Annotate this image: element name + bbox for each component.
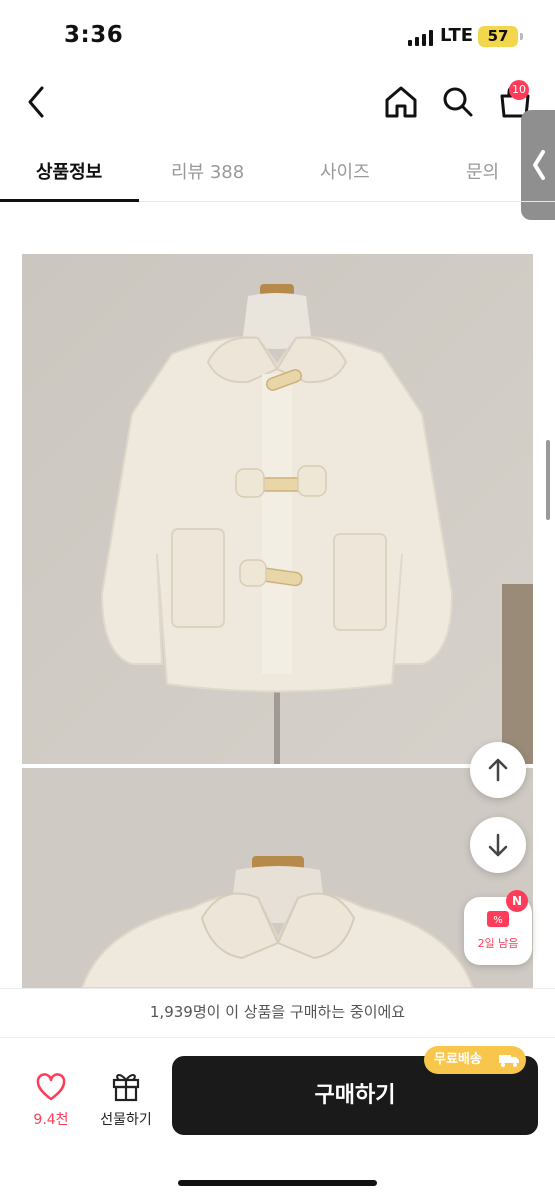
free-shipping-label: 무료배송	[434, 1052, 482, 1067]
like-button[interactable]: 9.4천	[22, 1071, 80, 1131]
gift-label: 선물하기	[100, 1112, 152, 1128]
active-tab-indicator	[0, 199, 139, 202]
new-badge: N	[506, 890, 528, 912]
gift-icon	[112, 1074, 140, 1102]
signal-icon	[408, 30, 433, 46]
battery-level: 57	[487, 27, 509, 45]
bottom-purchase-bar: 1,939명이 이 상품을 구매하는 중이에요 9.4천 선물하기 구매하기	[0, 988, 555, 1200]
tab-reviews[interactable]: 리뷰 388	[171, 158, 244, 184]
truck-icon	[499, 1055, 519, 1067]
like-count: 9.4천	[33, 1112, 69, 1128]
product-image-2	[22, 768, 533, 988]
back-button[interactable]	[18, 80, 58, 124]
gift-button[interactable]: 선물하기	[90, 1069, 162, 1131]
network-type: LTE	[440, 25, 474, 46]
scroll-down-button[interactable]	[470, 817, 526, 873]
tab-size[interactable]: 사이즈	[320, 158, 370, 184]
status-time: 3:36	[64, 22, 124, 48]
buyers-notice: 1,939명이 이 상품을 구매하는 중이에요	[149, 1003, 406, 1021]
search-button[interactable]	[437, 82, 479, 122]
home-indicator	[178, 1180, 377, 1186]
tab-product-info[interactable]: 상품정보	[36, 158, 102, 184]
svg-text:%: %	[493, 915, 503, 926]
coupon-remaining: 2일 남음	[477, 937, 519, 950]
arrow-up-icon	[488, 758, 508, 782]
home-button[interactable]	[380, 82, 422, 122]
search-icon	[443, 87, 473, 117]
free-shipping-badge: 무료배송	[424, 1046, 526, 1074]
product-tabs: 상품정보 리뷰 388 사이즈 문의	[0, 140, 555, 202]
product-image	[22, 254, 533, 764]
heart-icon	[36, 1073, 66, 1101]
page-scrollbar[interactable]	[546, 440, 550, 520]
product-photo-jacket	[22, 254, 533, 764]
product-photo-jacket-closeup	[22, 768, 533, 988]
battery-icon: 57	[478, 26, 523, 47]
top-nav	[0, 70, 555, 134]
tab-inquiry[interactable]: 문의	[466, 158, 499, 184]
divider	[0, 1037, 555, 1038]
status-bar: 3:36 LTE 57	[0, 0, 555, 70]
cart-count-badge: 10	[509, 80, 529, 100]
back-arrow-icon	[28, 86, 44, 118]
arrow-down-icon	[488, 833, 508, 857]
scroll-up-button[interactable]	[470, 742, 526, 798]
home-icon	[385, 86, 417, 118]
